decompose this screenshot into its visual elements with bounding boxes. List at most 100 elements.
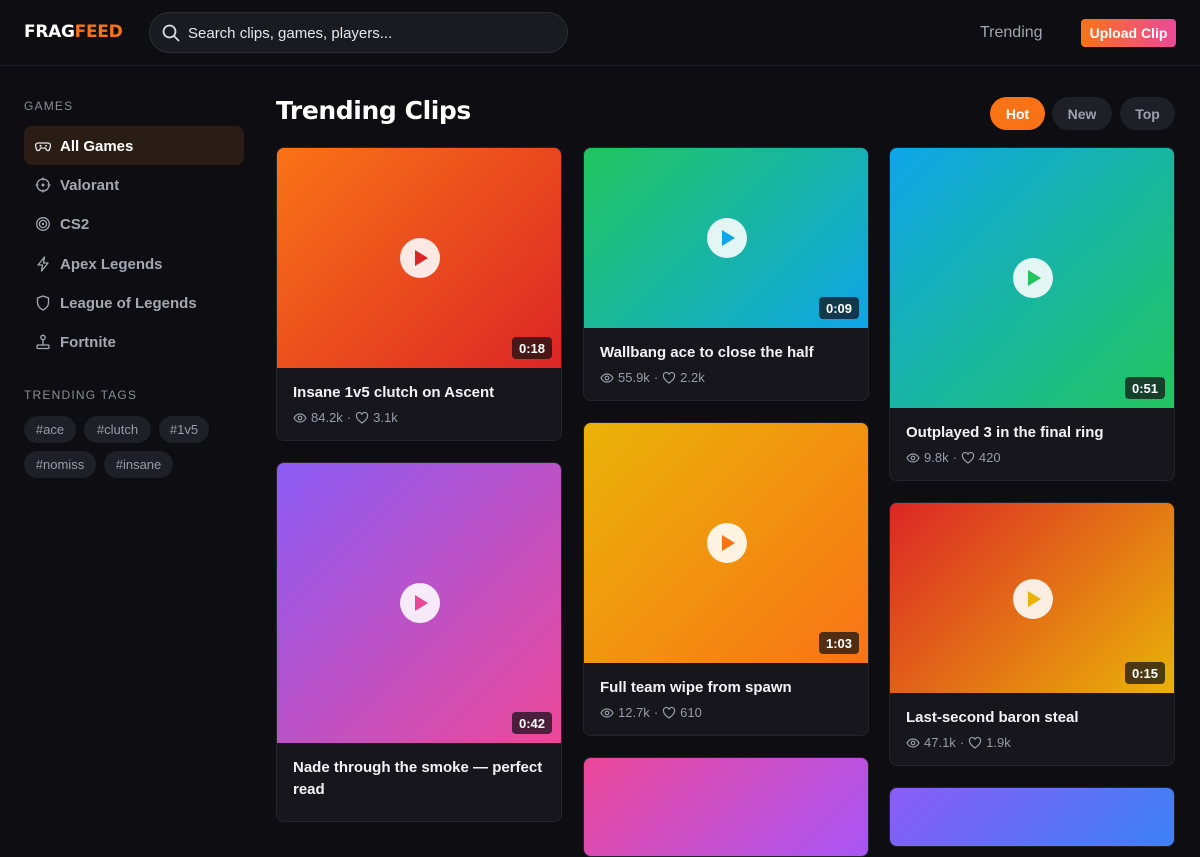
clip-card[interactable]: 0:18 Insane 1v5 clutch on Ascent 84.2k ·… [276,147,562,441]
sidebar-item-label: League of Legends [60,295,197,312]
games-heading: GAMES [24,99,74,113]
play-icon[interactable] [1013,579,1053,619]
tag-nomiss[interactable]: #nomiss [24,451,96,478]
heart-icon [663,371,676,384]
play-icon[interactable] [400,583,440,623]
sidebar-item-label: All Games [60,138,134,155]
sidebar-item-label: Apex Legends [60,256,163,273]
like-count: 1.9k [986,735,1011,750]
clip-card[interactable] [889,787,1175,847]
stats-separator: · [959,735,965,750]
shield-icon [36,295,50,311]
stats-separator: · [952,450,957,465]
clip-card[interactable]: 0:51 Outplayed 3 in the final ring 9.8k … [889,147,1175,481]
heart-icon [663,706,676,719]
clip-thumbnail[interactable] [584,758,868,856]
play-icon[interactable] [400,238,440,278]
clip-thumbnail[interactable]: 1:03 [584,423,868,663]
sidebar-item-league-of-legends[interactable]: League of Legends [24,283,244,322]
eye-icon [600,372,614,383]
logo[interactable]: FRAGFEED [24,22,123,42]
clip-card[interactable]: 0:15 Last-second baron steal 47.1k · 1.9… [889,502,1175,766]
clip-thumbnail[interactable]: 0:18 [277,148,561,368]
heart-icon [969,736,982,749]
tag-clutch[interactable]: #clutch [84,416,151,443]
clip-thumbnail[interactable]: 0:09 [584,148,868,328]
heart-icon [356,411,369,424]
sidebar: GAMES All Games Valorant CS2 Apex Legend… [0,66,268,800]
clip-title[interactable]: Full team wipe from spawn [600,677,852,699]
stats-separator: · [653,370,659,385]
filter-top-button[interactable]: Top [1120,97,1175,130]
top-bar: FRAGFEED Search clips, games, players...… [0,0,1200,66]
clip-thumbnail[interactable]: 0:42 [277,463,561,743]
sidebar-item-valorant[interactable]: Valorant [24,165,244,204]
clip-thumbnail[interactable]: 0:15 [890,503,1174,693]
filter-new-button[interactable]: New [1052,97,1112,130]
eye-icon [906,452,920,463]
view-count: 9.8k [924,450,949,465]
duration-badge: 0:09 [818,297,859,319]
play-icon[interactable] [707,218,747,258]
joystick-icon [36,334,50,350]
gamepad-icon [35,142,51,152]
clip-title[interactable]: Nade through the smoke — perfect read [293,757,545,801]
sidebar-item-label: Fortnite [60,334,116,351]
logo-part-1: FRAG [24,22,75,42]
clip-stats: 55.9k · 2.2k [600,370,705,385]
like-count: 2.2k [680,370,705,385]
eye-icon [600,707,614,718]
sidebar-item-fortnite[interactable]: Fortnite [24,322,244,361]
stats-separator: · [653,705,659,720]
logo-part-2: FEED [74,22,123,42]
view-count: 55.9k [618,370,650,385]
clip-card[interactable]: 0:09 Wallbang ace to close the half 55.9… [583,147,869,401]
duration-badge: 0:42 [511,712,552,734]
clip-thumbnail[interactable]: 0:51 [890,148,1174,408]
clip-stats: 12.7k · 610 [600,705,702,720]
tag-1v5[interactable]: #1v5 [159,416,209,443]
heart-icon [961,451,975,464]
clip-stats: 84.2k · 3.1k [293,410,398,425]
sidebar-item-label: Valorant [60,177,120,194]
clip-card[interactable] [583,757,869,857]
like-count: 610 [680,705,702,720]
search-input[interactable]: Search clips, games, players... [149,12,568,53]
play-icon[interactable] [1013,258,1053,298]
upload-clip-button[interactable]: Upload Clip [1081,19,1176,47]
duration-badge: 0:18 [511,337,552,359]
clip-title[interactable]: Outplayed 3 in the final ring [906,422,1158,444]
trending-tags-heading: TRENDING TAGS [24,388,138,402]
duration-badge: 1:03 [818,632,859,654]
duration-badge: 0:51 [1124,377,1165,399]
stats-separator: · [346,410,352,425]
tag-insane[interactable]: #insane [104,451,173,478]
view-count: 84.2k [311,410,343,425]
clip-title[interactable]: Last-second baron steal [906,707,1158,729]
clip-title[interactable]: Insane 1v5 clutch on Ascent [293,382,545,404]
filter-hot-button[interactable]: Hot [990,97,1045,130]
sidebar-item-cs2[interactable]: CS2 [24,204,244,243]
sidebar-item-all-games[interactable]: All Games [24,126,244,165]
clip-card[interactable]: 0:42 Nade through the smoke — perfect re… [276,462,562,822]
like-count: 420 [978,450,1001,465]
clip-thumbnail[interactable] [890,788,1174,846]
clip-title[interactable]: Wallbang ace to close the half [600,342,852,364]
view-count: 12.7k [618,705,650,720]
crosshair-icon [35,177,51,193]
clip-stats: 9.8k · 420 [906,450,1001,465]
lightning-icon [37,256,49,272]
clip-stats: 47.1k · 1.9k [906,735,1011,750]
eye-icon [293,412,307,423]
sidebar-item-apex-legends[interactable]: Apex Legends [24,244,244,283]
nav-trending-link[interactable]: Trending [980,24,1043,42]
like-count: 3.1k [373,410,398,425]
search-icon [162,24,180,42]
clip-card[interactable]: 1:03 Full team wipe from spawn 12.7k · 6… [583,422,869,736]
tag-ace[interactable]: #ace [24,416,76,443]
sidebar-item-label: CS2 [60,216,90,233]
play-icon[interactable] [707,523,747,563]
view-count: 47.1k [924,735,956,750]
search-text: Search clips, games, players... [188,25,393,42]
target-icon [36,217,50,231]
